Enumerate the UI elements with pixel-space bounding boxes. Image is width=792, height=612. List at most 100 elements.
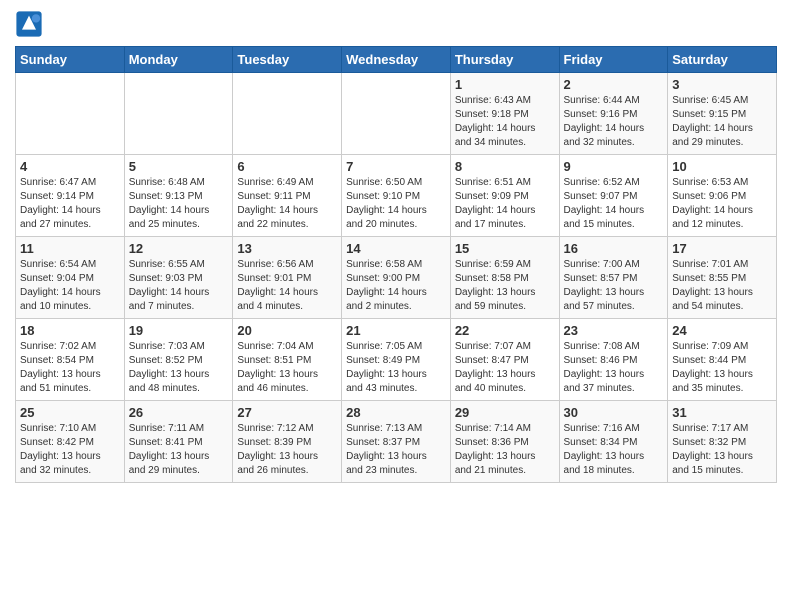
- day-number: 9: [564, 159, 664, 174]
- table-row: [342, 73, 451, 155]
- day-info: Sunrise: 6:50 AM Sunset: 9:10 PM Dayligh…: [346, 176, 446, 232]
- day-info: Sunrise: 7:10 AM Sunset: 8:42 PM Dayligh…: [20, 422, 120, 478]
- day-info: Sunrise: 7:03 AM Sunset: 8:52 PM Dayligh…: [129, 340, 229, 396]
- day-info: Sunrise: 6:55 AM Sunset: 9:03 PM Dayligh…: [129, 258, 229, 314]
- table-row: 14 Sunrise: 6:58 AM Sunset: 9:00 PM Dayli…: [342, 237, 451, 319]
- day-number: 20: [237, 323, 337, 338]
- table-row: 6Sunrise: 6:49 AM Sunset: 9:11 PM Daylig…: [233, 155, 342, 237]
- day-number: 12: [129, 241, 229, 256]
- day-number: 23: [564, 323, 664, 338]
- day-info: Sunrise: 6:47 AM Sunset: 9:14 PM Dayligh…: [20, 176, 120, 232]
- table-row: 4 Sunrise: 6:47 AM Sunset: 9:14 PM Daylig…: [16, 155, 125, 237]
- table-row: 21 Sunrise: 7:05 AM Sunset: 8:49 PM Dayli…: [342, 319, 451, 401]
- day-number: 28: [346, 405, 446, 420]
- day-number: 17: [672, 241, 772, 256]
- day-info: Sunrise: 7:01 AM Sunset: 8:55 PM Dayligh…: [672, 258, 772, 314]
- table-row: 26Sunrise: 7:11 AM Sunset: 8:41 PM Dayli…: [124, 401, 233, 483]
- day-number: 30: [564, 405, 664, 420]
- table-row: 15 Sunrise: 6:59 AM Sunset: 8:58 PM Dayli…: [450, 237, 559, 319]
- day-number: 13: [237, 241, 337, 256]
- header-row: SundayMondayTuesdayWednesdayThursdayFrid…: [16, 47, 777, 73]
- table-row: 30 Sunrise: 7:16 AM Sunset: 8:34 PM Dayli…: [559, 401, 668, 483]
- day-info: Sunrise: 6:51 AM Sunset: 9:09 PM Dayligh…: [455, 176, 555, 232]
- table-row: 11Sunrise: 6:54 AM Sunset: 9:04 PM Dayli…: [16, 237, 125, 319]
- day-info: Sunrise: 6:45 AM Sunset: 9:15 PM Dayligh…: [672, 94, 772, 150]
- table-row: 5Sunrise: 6:48 AM Sunset: 9:13 PM Daylig…: [124, 155, 233, 237]
- table-row: 28 Sunrise: 7:13 AM Sunset: 8:37 PM Dayli…: [342, 401, 451, 483]
- calendar-table: SundayMondayTuesdayWednesdayThursdayFrid…: [15, 46, 777, 483]
- table-row: 8Sunrise: 6:51 AM Sunset: 9:09 PM Daylig…: [450, 155, 559, 237]
- day-info: Sunrise: 6:56 AM Sunset: 9:01 PM Dayligh…: [237, 258, 337, 314]
- table-row: 31 Sunrise: 7:17 AM Sunset: 8:32 PM Dayli…: [668, 401, 777, 483]
- day-number: 29: [455, 405, 555, 420]
- day-info: Sunrise: 7:16 AM Sunset: 8:34 PM Dayligh…: [564, 422, 664, 478]
- table-row: 2Sunrise: 6:44 AM Sunset: 9:16 PM Daylig…: [559, 73, 668, 155]
- week-row-1: 1 Sunrise: 6:43 AM Sunset: 9:18 PM Daylig…: [16, 73, 777, 155]
- col-header-sunday: Sunday: [16, 47, 125, 73]
- week-row-3: 11Sunrise: 6:54 AM Sunset: 9:04 PM Dayli…: [16, 237, 777, 319]
- table-row: [124, 73, 233, 155]
- table-row: 1 Sunrise: 6:43 AM Sunset: 9:18 PM Daylig…: [450, 73, 559, 155]
- day-number: 19: [129, 323, 229, 338]
- day-number: 21: [346, 323, 446, 338]
- day-number: 14: [346, 241, 446, 256]
- table-row: 19 Sunrise: 7:03 AM Sunset: 8:52 PM Dayli…: [124, 319, 233, 401]
- table-row: 27Sunrise: 7:12 AM Sunset: 8:39 PM Dayli…: [233, 401, 342, 483]
- day-info: Sunrise: 7:02 AM Sunset: 8:54 PM Dayligh…: [20, 340, 120, 396]
- week-row-4: 18 Sunrise: 7:02 AM Sunset: 8:54 PM Dayli…: [16, 319, 777, 401]
- logo-icon: [15, 10, 43, 38]
- col-header-saturday: Saturday: [668, 47, 777, 73]
- table-row: 12 Sunrise: 6:55 AM Sunset: 9:03 PM Dayli…: [124, 237, 233, 319]
- day-number: 3: [672, 77, 772, 92]
- day-info: Sunrise: 7:08 AM Sunset: 8:46 PM Dayligh…: [564, 340, 664, 396]
- table-row: 16 Sunrise: 7:00 AM Sunset: 8:57 PM Dayli…: [559, 237, 668, 319]
- table-row: [16, 73, 125, 155]
- table-row: 24 Sunrise: 7:09 AM Sunset: 8:44 PM Dayli…: [668, 319, 777, 401]
- day-info: Sunrise: 7:00 AM Sunset: 8:57 PM Dayligh…: [564, 258, 664, 314]
- day-number: 10: [672, 159, 772, 174]
- day-info: Sunrise: 6:52 AM Sunset: 9:07 PM Dayligh…: [564, 176, 664, 232]
- day-number: 7: [346, 159, 446, 174]
- table-row: 7 Sunrise: 6:50 AM Sunset: 9:10 PM Daylig…: [342, 155, 451, 237]
- day-number: 5: [129, 159, 229, 174]
- day-info: Sunrise: 6:59 AM Sunset: 8:58 PM Dayligh…: [455, 258, 555, 314]
- day-number: 6: [237, 159, 337, 174]
- day-number: 4: [20, 159, 120, 174]
- day-info: Sunrise: 7:13 AM Sunset: 8:37 PM Dayligh…: [346, 422, 446, 478]
- col-header-thursday: Thursday: [450, 47, 559, 73]
- day-number: 2: [564, 77, 664, 92]
- page-header: [15, 10, 777, 38]
- table-row: 9 Sunrise: 6:52 AM Sunset: 9:07 PM Daylig…: [559, 155, 668, 237]
- table-row: 18 Sunrise: 7:02 AM Sunset: 8:54 PM Dayli…: [16, 319, 125, 401]
- day-info: Sunrise: 7:05 AM Sunset: 8:49 PM Dayligh…: [346, 340, 446, 396]
- day-number: 24: [672, 323, 772, 338]
- week-row-5: 25Sunrise: 7:10 AM Sunset: 8:42 PM Dayli…: [16, 401, 777, 483]
- table-row: 29 Sunrise: 7:14 AM Sunset: 8:36 PM Dayli…: [450, 401, 559, 483]
- day-info: Sunrise: 6:53 AM Sunset: 9:06 PM Dayligh…: [672, 176, 772, 232]
- day-info: Sunrise: 7:04 AM Sunset: 8:51 PM Dayligh…: [237, 340, 337, 396]
- table-row: [233, 73, 342, 155]
- col-header-tuesday: Tuesday: [233, 47, 342, 73]
- logo: [15, 10, 45, 38]
- table-row: 22Sunrise: 7:07 AM Sunset: 8:47 PM Dayli…: [450, 319, 559, 401]
- day-info: Sunrise: 7:09 AM Sunset: 8:44 PM Dayligh…: [672, 340, 772, 396]
- day-info: Sunrise: 7:17 AM Sunset: 8:32 PM Dayligh…: [672, 422, 772, 478]
- day-info: Sunrise: 7:07 AM Sunset: 8:47 PM Dayligh…: [455, 340, 555, 396]
- table-row: 17 Sunrise: 7:01 AM Sunset: 8:55 PM Dayli…: [668, 237, 777, 319]
- table-row: 25Sunrise: 7:10 AM Sunset: 8:42 PM Dayli…: [16, 401, 125, 483]
- col-header-monday: Monday: [124, 47, 233, 73]
- day-number: 15: [455, 241, 555, 256]
- week-row-2: 4 Sunrise: 6:47 AM Sunset: 9:14 PM Daylig…: [16, 155, 777, 237]
- day-info: Sunrise: 7:12 AM Sunset: 8:39 PM Dayligh…: [237, 422, 337, 478]
- day-info: Sunrise: 6:43 AM Sunset: 9:18 PM Dayligh…: [455, 94, 555, 150]
- col-header-wednesday: Wednesday: [342, 47, 451, 73]
- day-number: 18: [20, 323, 120, 338]
- table-row: 23 Sunrise: 7:08 AM Sunset: 8:46 PM Dayli…: [559, 319, 668, 401]
- day-info: Sunrise: 7:14 AM Sunset: 8:36 PM Dayligh…: [455, 422, 555, 478]
- day-number: 31: [672, 405, 772, 420]
- day-number: 1: [455, 77, 555, 92]
- col-header-friday: Friday: [559, 47, 668, 73]
- day-info: Sunrise: 6:58 AM Sunset: 9:00 PM Dayligh…: [346, 258, 446, 314]
- day-number: 16: [564, 241, 664, 256]
- table-row: 10 Sunrise: 6:53 AM Sunset: 9:06 PM Dayli…: [668, 155, 777, 237]
